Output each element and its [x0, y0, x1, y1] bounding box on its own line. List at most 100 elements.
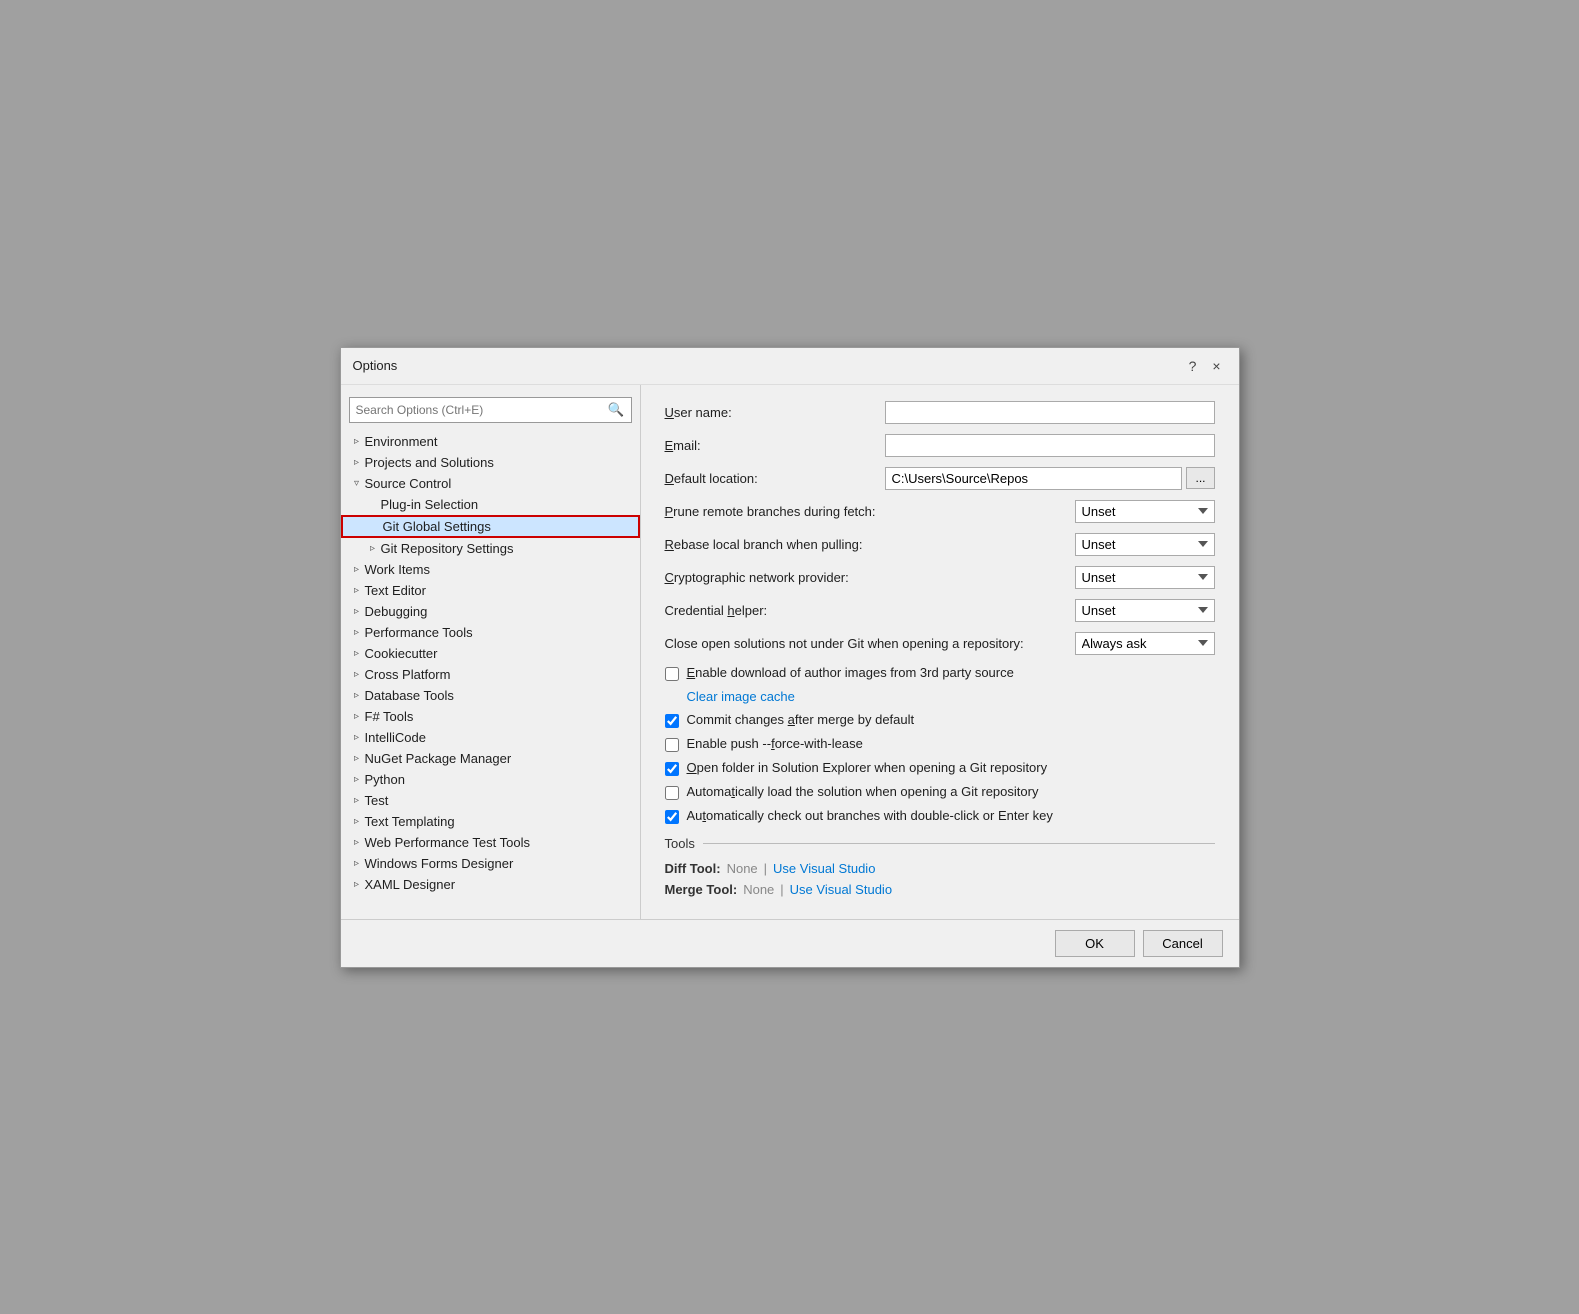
diff-tool-row: Diff Tool: None | Use Visual Studio — [665, 861, 1215, 876]
username-input[interactable] — [885, 401, 1215, 424]
title-bar-buttons: ? × — [1183, 356, 1227, 376]
arrow-icon: ▹ — [349, 753, 365, 764]
clear-image-cache-link[interactable]: Clear image cache — [687, 689, 1215, 704]
sidebar-item-label: Cookiecutter — [365, 646, 632, 661]
help-button[interactable]: ? — [1183, 356, 1203, 376]
sidebar-item-cookiecutter[interactable]: ▹ Cookiecutter — [341, 643, 640, 664]
sidebar-item-nuget-package-manager[interactable]: ▹ NuGet Package Manager — [341, 748, 640, 769]
crypto-select[interactable]: Unset OpenSSL Secure Channel — [1075, 566, 1215, 589]
arrow-icon: ▹ — [349, 436, 365, 447]
title-bar: Options ? × — [341, 348, 1239, 385]
sidebar-item-database-tools[interactable]: ▹ Database Tools — [341, 685, 640, 706]
sidebar-item-text-templating[interactable]: ▹ Text Templating — [341, 811, 640, 832]
merge-tool-link[interactable]: Use Visual Studio — [790, 882, 892, 897]
auto-load-checkbox[interactable] — [665, 786, 679, 800]
sidebar-item-windows-forms-designer[interactable]: ▹ Windows Forms Designer — [341, 853, 640, 874]
cancel-button[interactable]: Cancel — [1143, 930, 1223, 957]
arrow-icon: ▹ — [349, 879, 365, 890]
sidebar-item-label: IntelliCode — [365, 730, 632, 745]
sidebar-item-label: Git Repository Settings — [381, 541, 632, 556]
merge-tool-separator: | — [780, 882, 783, 897]
email-input[interactable] — [885, 434, 1215, 457]
sidebar-item-plugin-selection[interactable]: Plug-in Selection — [341, 494, 640, 515]
sidebar-item-label: Python — [365, 772, 632, 787]
sidebar-item-label: Debugging — [365, 604, 632, 619]
sidebar-item-source-control[interactable]: ▿ Source Control — [341, 473, 640, 494]
default-location-input[interactable] — [885, 467, 1183, 490]
dialog-body: 🔍 ▹ Environment ▹ Projects and Solutions… — [341, 385, 1239, 919]
sidebar-item-work-items[interactable]: ▹ Work Items — [341, 559, 640, 580]
sidebar-item-web-performance-test-tools[interactable]: ▹ Web Performance Test Tools — [341, 832, 640, 853]
arrow-icon: ▹ — [349, 816, 365, 827]
credential-row: Credential helper: Unset GCM Core GCM — [665, 599, 1215, 622]
auto-checkout-row: Automatically check out branches with do… — [665, 808, 1215, 824]
arrow-icon: ▹ — [349, 711, 365, 722]
sidebar-item-intellicode[interactable]: ▹ IntelliCode — [341, 727, 640, 748]
enable-author-images-label[interactable]: Enable download of author images from 3r… — [687, 665, 1014, 680]
enable-push-label[interactable]: Enable push --force-with-lease — [687, 736, 863, 751]
credential-label: Credential helper: — [665, 603, 1075, 618]
sidebar-item-label: Text Editor — [365, 583, 632, 598]
merge-tool-row: Merge Tool: None | Use Visual Studio — [665, 882, 1215, 897]
arrow-icon: ▹ — [349, 858, 365, 869]
search-input[interactable] — [350, 398, 602, 422]
prune-label: Prune remote branches during fetch: — [665, 504, 1075, 519]
sidebar-item-projects-solutions[interactable]: ▹ Projects and Solutions — [341, 452, 640, 473]
sidebar-item-performance-tools[interactable]: ▹ Performance Tools — [341, 622, 640, 643]
rebase-select[interactable]: Unset True False — [1075, 533, 1215, 556]
username-row: User name: — [665, 401, 1215, 424]
sidebar-item-git-repository-settings[interactable]: ▹ Git Repository Settings — [341, 538, 640, 559]
auto-checkout-checkbox[interactable] — [665, 810, 679, 824]
sidebar-item-label: Web Performance Test Tools — [365, 835, 632, 850]
rebase-row: Rebase local branch when pulling: Unset … — [665, 533, 1215, 556]
divider-line — [703, 843, 1215, 844]
options-tree: ▹ Environment ▹ Projects and Solutions ▿… — [341, 431, 640, 911]
rebase-label: Rebase local branch when pulling: — [665, 537, 1075, 552]
sidebar-item-cross-platform[interactable]: ▹ Cross Platform — [341, 664, 640, 685]
close-solutions-select[interactable]: Always ask Yes No — [1075, 632, 1215, 655]
close-button[interactable]: × — [1207, 356, 1227, 376]
search-icon-button[interactable]: 🔍 — [602, 398, 631, 422]
open-folder-row: Open folder in Solution Explorer when op… — [665, 760, 1215, 776]
enable-author-images-checkbox[interactable] — [665, 667, 679, 681]
enable-push-row: Enable push --force-with-lease — [665, 736, 1215, 752]
sidebar-item-test[interactable]: ▹ Test — [341, 790, 640, 811]
diff-tool-separator: | — [764, 861, 767, 876]
email-label: Email: — [665, 438, 885, 453]
arrow-icon: ▹ — [365, 543, 381, 554]
diff-tool-link[interactable]: Use Visual Studio — [773, 861, 875, 876]
default-location-label: Default location: — [665, 471, 885, 486]
arrow-icon: ▹ — [349, 774, 365, 785]
auto-checkout-label[interactable]: Automatically check out branches with do… — [687, 808, 1053, 823]
sidebar-item-label: F# Tools — [365, 709, 632, 724]
browse-button[interactable]: ... — [1186, 467, 1214, 489]
sidebar-item-environment[interactable]: ▹ Environment — [341, 431, 640, 452]
sidebar-item-fsharp-tools[interactable]: ▹ F# Tools — [341, 706, 640, 727]
commit-changes-label[interactable]: Commit changes after merge by default — [687, 712, 915, 727]
credential-select[interactable]: Unset GCM Core GCM — [1075, 599, 1215, 622]
arrow-icon: ▹ — [349, 627, 365, 638]
open-folder-checkbox[interactable] — [665, 762, 679, 776]
tools-section-label: Tools — [665, 836, 695, 851]
sidebar-item-python[interactable]: ▹ Python — [341, 769, 640, 790]
diff-tool-label: Diff Tool: — [665, 861, 721, 876]
sidebar-item-debugging[interactable]: ▹ Debugging — [341, 601, 640, 622]
commit-changes-row: Commit changes after merge by default — [665, 712, 1215, 728]
arrow-icon: ▹ — [349, 795, 365, 806]
auto-load-label[interactable]: Automatically load the solution when ope… — [687, 784, 1039, 799]
auto-load-row: Automatically load the solution when ope… — [665, 784, 1215, 800]
search-box: 🔍 — [349, 397, 632, 423]
open-folder-label[interactable]: Open folder in Solution Explorer when op… — [687, 760, 1048, 775]
sidebar-item-xaml-designer[interactable]: ▹ XAML Designer — [341, 874, 640, 895]
default-location-row: Default location: ... — [665, 467, 1215, 490]
enable-push-checkbox[interactable] — [665, 738, 679, 752]
prune-select[interactable]: Unset True False — [1075, 500, 1215, 523]
sidebar-item-label: Performance Tools — [365, 625, 632, 640]
sidebar-item-git-global-settings[interactable]: Git Global Settings — [341, 515, 640, 538]
diff-tool-value: None — [727, 861, 758, 876]
username-label: User name: — [665, 405, 885, 420]
merge-tool-label: Merge Tool: — [665, 882, 738, 897]
commit-changes-checkbox[interactable] — [665, 714, 679, 728]
ok-button[interactable]: OK — [1055, 930, 1135, 957]
sidebar-item-text-editor[interactable]: ▹ Text Editor — [341, 580, 640, 601]
